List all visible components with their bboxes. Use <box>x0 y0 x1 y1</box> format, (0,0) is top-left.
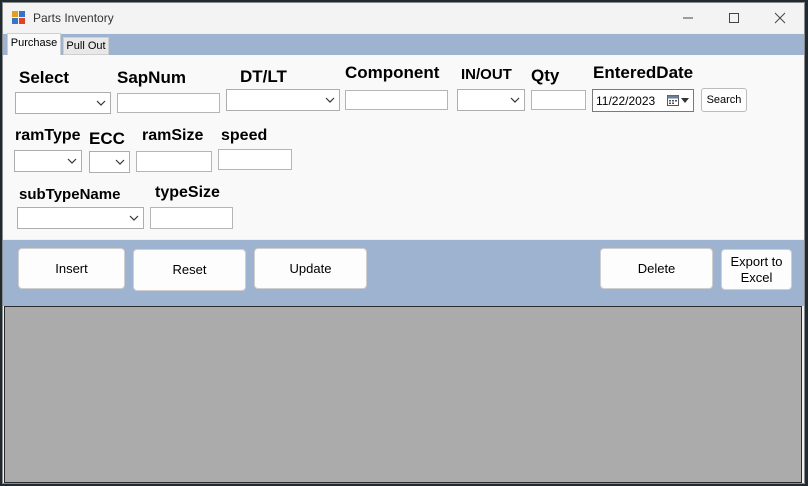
calendar-icon <box>667 95 679 106</box>
app-icon <box>12 11 25 24</box>
form-panel: Select SapNum DT/LT Component IN/OUT Qty… <box>3 55 804 239</box>
minimize-button[interactable] <box>665 3 711 33</box>
close-button[interactable] <box>757 3 803 33</box>
qty-label: Qty <box>531 66 560 85</box>
subtypename-label: subTypeName <box>19 186 121 203</box>
ramtype-label: ramType <box>15 127 81 144</box>
typesize-label: typeSize <box>155 184 220 201</box>
sapnum-input[interactable] <box>117 93 220 113</box>
select-label: Select <box>19 68 70 87</box>
dtlt-combo[interactable] <box>226 89 340 111</box>
search-button[interactable]: Search <box>701 88 747 112</box>
qty-input[interactable] <box>531 90 586 110</box>
entered-date-picker[interactable]: 11/22/2023 <box>592 89 694 112</box>
chevron-down-icon <box>325 97 335 103</box>
chevron-down-icon <box>129 215 139 221</box>
dropdown-arrow-icon <box>681 98 689 103</box>
component-input[interactable] <box>345 90 448 110</box>
ecc-combo[interactable] <box>89 151 130 173</box>
ramsize-input[interactable] <box>136 151 212 172</box>
sapnum-label: SapNum <box>117 68 186 87</box>
minimize-icon <box>683 17 693 19</box>
update-button[interactable]: Update <box>254 248 367 289</box>
subtypename-combo[interactable] <box>17 207 144 229</box>
maximize-icon <box>729 13 739 23</box>
ecc-label: ECC <box>89 129 125 148</box>
insert-button[interactable]: Insert <box>18 248 125 289</box>
close-icon <box>774 12 786 24</box>
chevron-down-icon <box>510 97 520 103</box>
app-window: Parts Inventory Purchase Pull Out Select… <box>2 2 805 484</box>
chevron-down-icon <box>96 100 106 106</box>
entered-date-value: 11/22/2023 <box>596 94 656 108</box>
reset-button[interactable]: Reset <box>133 249 246 291</box>
export-excel-button[interactable]: Export to Excel <box>721 249 792 290</box>
tab-strip: Purchase Pull Out <box>3 33 804 56</box>
data-grid[interactable] <box>4 306 802 483</box>
chevron-down-icon <box>67 158 77 164</box>
entereddate-label: EnteredDate <box>593 63 694 82</box>
speed-input[interactable] <box>218 149 292 170</box>
tab-pull-out[interactable]: Pull Out <box>63 37 109 55</box>
delete-button[interactable]: Delete <box>600 248 713 289</box>
inout-label: IN/OUT <box>461 66 512 83</box>
ramsize-label: ramSize <box>142 127 204 144</box>
typesize-input[interactable] <box>150 207 233 229</box>
button-panel: Insert Reset Update Delete Export to Exc… <box>3 240 804 306</box>
window-title: Parts Inventory <box>33 11 114 25</box>
speed-label: speed <box>221 127 268 144</box>
select-combo[interactable] <box>15 92 111 114</box>
ramtype-combo[interactable] <box>14 150 82 172</box>
title-bar: Parts Inventory <box>3 3 804 33</box>
chevron-down-icon <box>115 159 125 165</box>
component-label: Component <box>345 63 440 82</box>
dtlt-label: DT/LT <box>240 67 287 86</box>
inout-combo[interactable] <box>457 89 525 111</box>
maximize-button[interactable] <box>711 3 757 33</box>
tab-purchase[interactable]: Purchase <box>7 33 61 56</box>
